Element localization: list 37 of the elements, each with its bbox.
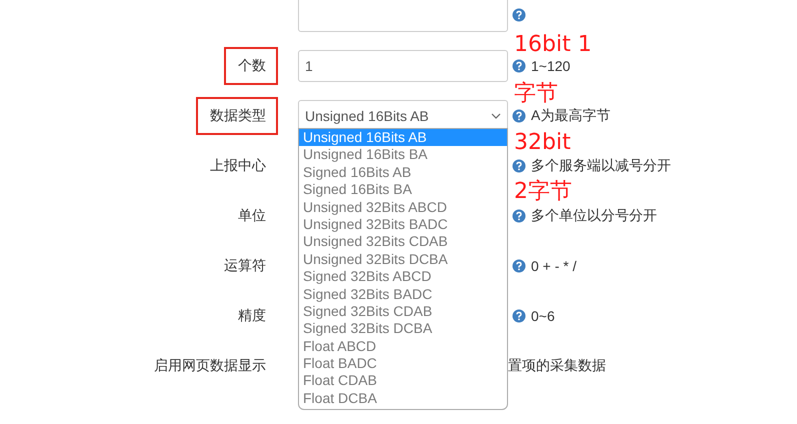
dropdown-option[interactable]: Signed 32Bits ABCD (299, 268, 507, 286)
field-label: 精度 (237, 306, 267, 325)
help-text: 0~6 (531, 308, 555, 324)
dropdown-option[interactable]: Signed 16Bits BA (299, 181, 507, 199)
help-text: 置项的采集数据 (508, 357, 606, 375)
dropdown-option[interactable]: Unsigned 16Bits BA (299, 146, 507, 164)
annotation-text: 字节 (514, 81, 558, 107)
caret-icon (491, 113, 501, 119)
field-label: 单位 (237, 206, 267, 225)
annotation-text: 32bit (514, 130, 571, 156)
dropdown-option[interactable]: Unsigned 32Bits DCBA (299, 250, 507, 268)
field-label: 上报中心 (209, 156, 267, 175)
help-text: 0 + - * / (531, 258, 577, 274)
dropdown-option[interactable]: Float ABCD (299, 338, 507, 356)
annotation-text: 16bit 1 (514, 32, 592, 58)
dropdown-option[interactable]: Signed 16Bits AB (299, 164, 507, 182)
field-label: 启用网页数据显示 (153, 356, 267, 375)
dropdown-option[interactable]: Unsigned 32Bits BADC (299, 216, 507, 234)
dropdown-option[interactable]: Unsigned 32Bits CDAB (299, 233, 507, 251)
help-text: 多个单位以分号分开 (531, 207, 657, 225)
dropdown-option[interactable]: Float DCBA (299, 390, 507, 408)
dropdown-option[interactable]: Signed 32Bits BADC (299, 286, 507, 303)
dropdown-option[interactable]: Float CDAB (299, 372, 507, 390)
dropdown-option[interactable]: Unsigned 16Bits AB (299, 129, 507, 146)
help-text: 1~120 (531, 58, 570, 74)
field-label: 运算符 (223, 256, 267, 275)
help-text: A为最高字节 (531, 107, 610, 125)
dropdown-option[interactable]: Unsigned 32Bits ABCD (299, 198, 507, 216)
field-label: 个数 (224, 47, 278, 85)
dropdown-option[interactable]: Float BADC (299, 355, 507, 372)
input-field[interactable]: 1 (298, 50, 508, 82)
help-text: 多个服务端以减号分开 (531, 157, 671, 175)
annotation-text: 2字节 (514, 179, 572, 205)
input-field[interactable] (298, 0, 508, 32)
dropdown-option[interactable]: Signed 32Bits DCBA (299, 320, 507, 338)
field-label: 数据类型 (196, 97, 278, 135)
dropdown-option[interactable]: Signed 32Bits CDAB (299, 302, 507, 320)
